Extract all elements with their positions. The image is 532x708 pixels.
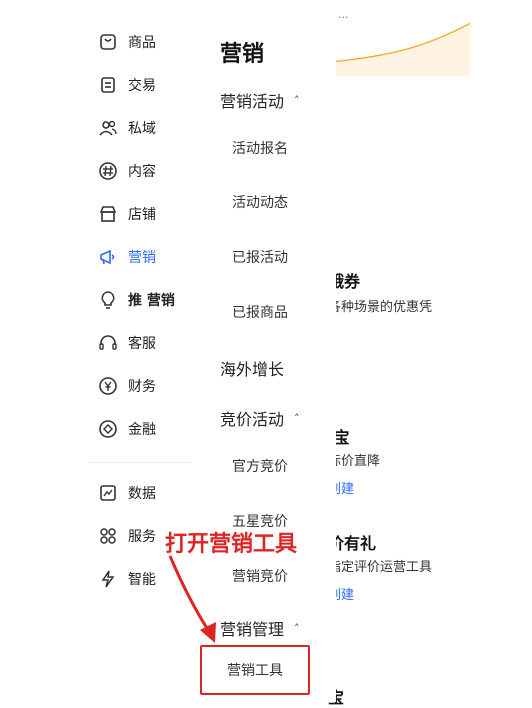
sidebar-item-data[interactable]: 数据 xyxy=(98,479,156,507)
sidebar-item-label: 智能 xyxy=(128,572,156,588)
sidebar-item-trade[interactable]: 交易 xyxy=(98,71,156,99)
headset-icon xyxy=(98,333,118,353)
caret-up-icon: ˄ xyxy=(294,411,300,425)
marketing-tools-highlight[interactable]: 营销工具 xyxy=(200,645,310,695)
grid-icon xyxy=(98,526,118,546)
sidebar-item-label: 客服 xyxy=(128,336,156,352)
submenu-title: 营销 xyxy=(220,42,265,67)
users-icon xyxy=(98,118,118,138)
lightning-icon xyxy=(98,569,118,589)
sidebar-item-label: 店铺 xyxy=(128,207,156,223)
sidebar-item-services[interactable]: 服务 xyxy=(98,522,156,550)
product-icon xyxy=(98,32,118,52)
sidebar-item-service-chat[interactable]: 客服 xyxy=(98,329,156,357)
sidebar-item-content[interactable]: 内容 xyxy=(98,157,156,185)
sidebar-item-finance[interactable]: 财务 xyxy=(98,372,156,400)
sidebar-item-label: 推 营销 xyxy=(128,293,175,309)
sidebar-item-label: 交易 xyxy=(128,78,156,94)
sidebar-item-label: 财务 xyxy=(128,379,156,395)
chart-top-text: ... xyxy=(338,8,349,21)
sidebar-item-label: 商品 xyxy=(128,35,156,51)
submenu-item-joined-product[interactable]: 已报商品 xyxy=(232,302,288,322)
trend-chart-card: ... xyxy=(335,0,472,76)
order-icon xyxy=(98,75,118,95)
sidebar-item-store[interactable]: 店铺 xyxy=(98,200,156,228)
group-overseas-growth[interactable]: 海外增长 xyxy=(220,356,284,380)
submenu-item-activity-news[interactable]: 活动动态 xyxy=(232,192,288,212)
submenu-item-official-bid[interactable]: 官方竞价 xyxy=(232,456,288,476)
sidebar-item-label: 数据 xyxy=(128,486,156,502)
submenu-item-joined-activity[interactable]: 已报活动 xyxy=(232,247,288,267)
group-marketing-activity[interactable]: 营销活动 ˄ xyxy=(220,88,300,112)
caret-up-icon: ˄ xyxy=(294,93,300,107)
store-icon xyxy=(98,204,118,224)
caret-up-icon: ˄ xyxy=(294,621,300,635)
sidebar-item-label: 金融 xyxy=(128,422,156,438)
group-label: 竞价活动 xyxy=(220,410,285,429)
finance-icon xyxy=(98,419,118,439)
sidebar-item-label: 营销 xyxy=(128,250,156,266)
group-label: 营销活动 xyxy=(220,92,285,111)
hashtag-icon xyxy=(98,161,118,181)
sidebar-item-label: 内容 xyxy=(128,164,156,180)
group-label: 海外增长 xyxy=(220,360,285,379)
card-desc: 指定评价运营工具 xyxy=(328,560,433,575)
chart-icon xyxy=(98,483,118,503)
main-content: ... 哦券 各种场景的优惠凭 i宝 标价直降 创建 价有礼 指定评价运营工具 … xyxy=(328,0,532,707)
yen-icon xyxy=(98,376,118,396)
trend-chart xyxy=(335,22,471,76)
sidebar-item-label: 私域 xyxy=(128,121,156,137)
card-desc: 各种场景的优惠凭 xyxy=(328,300,433,315)
sidebar-divider xyxy=(88,462,192,463)
sidebar-item-private[interactable]: 私域 xyxy=(98,114,156,142)
annotation-arrow-icon xyxy=(168,555,216,643)
bulb-icon xyxy=(98,290,118,310)
sidebar-item-label: 服务 xyxy=(128,529,156,545)
submenu-item-activity-signup[interactable]: 活动报名 xyxy=(232,138,288,158)
megaphone-icon xyxy=(98,247,118,267)
submenu-item-marketing-tools[interactable]: 营销工具 xyxy=(202,660,308,680)
sidebar-item-banking[interactable]: 金融 xyxy=(98,415,156,443)
sidebar-item-promote[interactable]: 推 营销 xyxy=(98,286,175,314)
sidebar-item-product[interactable]: 商品 xyxy=(98,28,156,56)
group-bidding-activity[interactable]: 竞价活动 ˄ xyxy=(220,406,300,430)
sidebar-item-marketing[interactable]: 营销 xyxy=(98,243,156,271)
sidebar-item-smart[interactable]: 智能 xyxy=(98,565,156,593)
